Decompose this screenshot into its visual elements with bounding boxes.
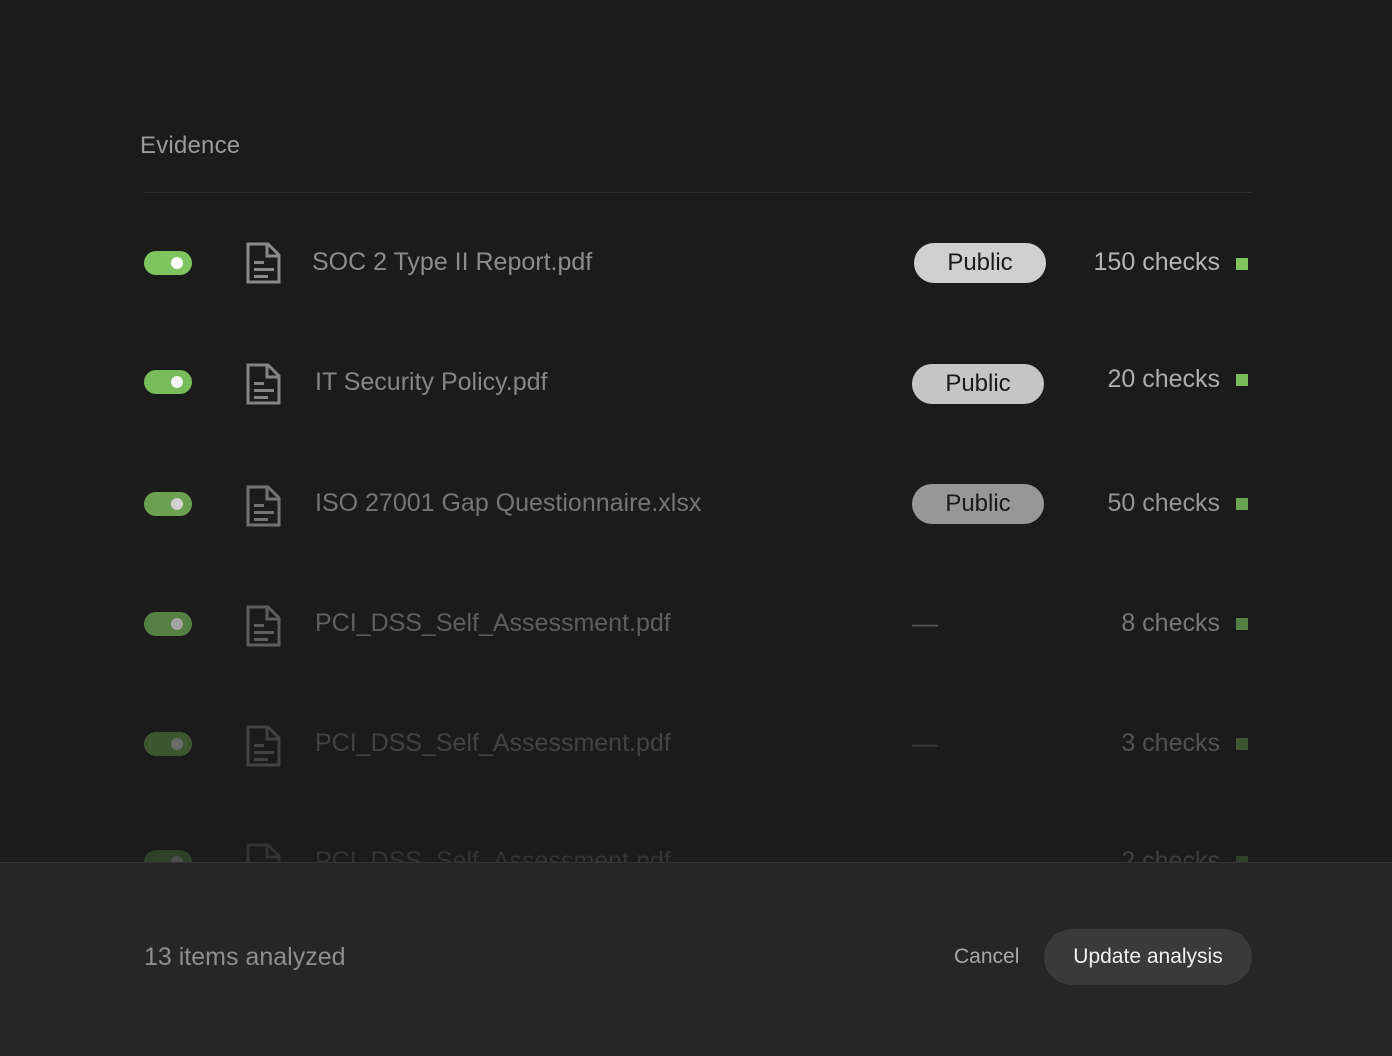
section-divider <box>144 192 1252 193</box>
evidence-row: ISO 27001 Gap Questionnaire.xlsx Public … <box>0 474 1392 534</box>
evidence-toggle[interactable] <box>144 251 192 275</box>
visibility-empty: — <box>912 728 938 758</box>
checks-count: 8 checks <box>1121 609 1220 637</box>
status-indicator <box>1236 738 1248 750</box>
document-icon <box>244 604 284 648</box>
evidence-list: Evidence SOC 2 Type II Report.pdf Public… <box>0 0 1392 862</box>
document-icon <box>244 724 284 768</box>
visibility-badge: Public <box>912 484 1044 524</box>
evidence-row: PCI_DSS_Self_Assessment.pdf — 8 checks <box>0 594 1392 654</box>
checks-count: 150 checks <box>1093 248 1220 276</box>
status-indicator <box>1236 498 1248 510</box>
document-icon <box>244 362 284 406</box>
toggle-knob <box>171 498 183 510</box>
checks-count: 50 checks <box>1107 489 1220 517</box>
document-icon <box>244 241 284 285</box>
document-icon <box>244 842 284 862</box>
evidence-toggle[interactable] <box>144 850 192 862</box>
status-indicator <box>1236 258 1248 270</box>
file-name: PCI_DSS_Self_Assessment.pdf <box>315 729 671 757</box>
checks-count: 3 checks <box>1121 729 1220 757</box>
checks-count: 2 checks <box>1121 847 1220 862</box>
status-indicator <box>1236 618 1248 630</box>
checks-count: 20 checks <box>1107 365 1220 393</box>
evidence-toggle[interactable] <box>144 612 192 636</box>
items-analyzed-count: 13 items analyzed <box>144 943 346 971</box>
toggle-knob <box>171 376 183 388</box>
evidence-row: PCI_DSS_Self_Assessment.pdf — 2 checks <box>0 832 1392 862</box>
status-indicator <box>1236 374 1248 386</box>
visibility-badge: Public <box>912 364 1044 404</box>
toggle-knob <box>171 618 183 630</box>
toggle-knob <box>171 738 183 750</box>
evidence-row: PCI_DSS_Self_Assessment.pdf — 3 checks <box>0 714 1392 774</box>
evidence-toggle[interactable] <box>144 492 192 516</box>
evidence-toggle[interactable] <box>144 732 192 756</box>
visibility-empty: — <box>912 846 938 862</box>
file-name: SOC 2 Type II Report.pdf <box>312 248 593 276</box>
visibility-badge: Public <box>914 243 1046 283</box>
document-icon <box>244 484 284 528</box>
evidence-row: SOC 2 Type II Report.pdf Public 150 chec… <box>0 233 1392 293</box>
file-name: PCI_DSS_Self_Assessment.pdf <box>315 609 671 637</box>
section-title: Evidence <box>140 132 241 159</box>
evidence-row: IT Security Policy.pdf Public 20 checks <box>0 352 1392 412</box>
file-name: PCI_DSS_Self_Assessment.pdf <box>315 847 671 862</box>
cancel-button[interactable]: Cancel <box>954 945 1019 969</box>
file-name: IT Security Policy.pdf <box>315 368 548 396</box>
update-analysis-button[interactable]: Update analysis <box>1044 929 1252 985</box>
evidence-page: Evidence SOC 2 Type II Report.pdf Public… <box>0 0 1392 1056</box>
file-name: ISO 27001 Gap Questionnaire.xlsx <box>315 489 702 517</box>
evidence-toggle[interactable] <box>144 370 192 394</box>
visibility-empty: — <box>912 608 938 638</box>
toggle-knob <box>171 257 183 269</box>
footer-bar: 13 items analyzed Cancel Update analysis <box>0 862 1392 1056</box>
